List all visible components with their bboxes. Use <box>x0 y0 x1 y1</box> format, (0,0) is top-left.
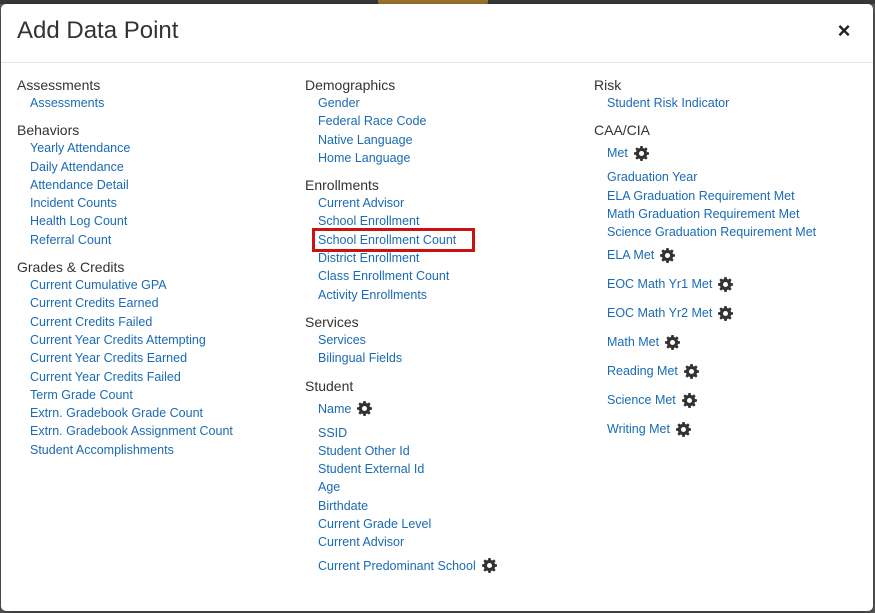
item-name-row: Name <box>305 395 575 424</box>
gear-icon[interactable] <box>665 334 681 350</box>
section-behaviors: Behaviors Yearly Attendance Daily Attend… <box>17 121 287 249</box>
gear-icon[interactable] <box>660 247 676 263</box>
item-reading-met[interactable]: Reading Met <box>607 364 678 378</box>
item-current-grade-level[interactable]: Current Grade Level <box>305 515 575 533</box>
item-science-graduation-requirement-met[interactable]: Science Graduation Requirement Met <box>594 223 864 241</box>
item-reading-met-row: Reading Met <box>594 357 864 386</box>
column-3: Risk Student Risk Indicator CAA/CIA Met … <box>594 76 864 453</box>
item-gender[interactable]: Gender <box>305 94 575 112</box>
item-yearly-attendance[interactable]: Yearly Attendance <box>17 139 287 157</box>
item-math-met-row: Math Met <box>594 328 864 357</box>
item-native-language[interactable]: Native Language <box>305 131 575 149</box>
item-student-other-id[interactable]: Student Other Id <box>305 442 575 460</box>
item-current-year-credits-attempting[interactable]: Current Year Credits Attempting <box>17 331 287 349</box>
section-enrollments: Enrollments Current Advisor School Enrol… <box>305 176 575 304</box>
item-home-language[interactable]: Home Language <box>305 149 575 167</box>
item-attendance-detail[interactable]: Attendance Detail <box>17 176 287 194</box>
item-eoc-math-yr2-met-row: EOC Math Yr2 Met <box>594 299 864 328</box>
item-class-enrollment-count[interactable]: Class Enrollment Count <box>305 267 575 285</box>
item-age[interactable]: Age <box>305 478 575 496</box>
item-birthdate[interactable]: Birthdate <box>305 497 575 515</box>
item-writing-met-row: Writing Met <box>594 415 864 444</box>
section-demographics: Demographics Gender Federal Race Code Na… <box>305 76 575 167</box>
item-current-cumulative-gpa[interactable]: Current Cumulative GPA <box>17 276 287 294</box>
item-extrn-gradebook-grade-count[interactable]: Extrn. Gradebook Grade Count <box>17 404 287 422</box>
item-math-graduation-requirement-met[interactable]: Math Graduation Requirement Met <box>594 205 864 223</box>
item-current-credits-failed[interactable]: Current Credits Failed <box>17 313 287 331</box>
section-title: Student <box>305 377 354 394</box>
item-current-year-credits-failed[interactable]: Current Year Credits Failed <box>17 368 287 386</box>
item-science-met[interactable]: Science Met <box>607 393 676 407</box>
item-met-row: Met <box>594 139 864 168</box>
section-title: CAA/CIA <box>594 122 651 139</box>
gear-icon[interactable] <box>481 557 497 573</box>
item-current-predominant-school[interactable]: Current Predominant School <box>318 559 476 573</box>
item-student-risk-indicator[interactable]: Student Risk Indicator <box>594 94 864 112</box>
modal-title: Add Data Point <box>17 17 179 44</box>
item-math-met[interactable]: Math Met <box>607 335 659 349</box>
gear-icon[interactable] <box>675 421 691 437</box>
item-federal-race-code[interactable]: Federal Race Code <box>305 112 575 130</box>
section-grades-credits: Grades & Credits Current Cumulative GPA … <box>17 258 287 459</box>
add-data-point-modal: Add Data Point × Assessments Assessments… <box>1 4 873 611</box>
section-risk: Risk Student Risk Indicator <box>594 76 864 112</box>
item-school-enrollment[interactable]: School Enrollment <box>305 212 575 230</box>
close-icon[interactable]: × <box>835 20 853 42</box>
item-science-met-row: Science Met <box>594 386 864 415</box>
gear-icon[interactable] <box>633 145 649 161</box>
gear-icon[interactable] <box>681 392 697 408</box>
section-title: Grades & Credits <box>17 259 125 276</box>
item-graduation-year[interactable]: Graduation Year <box>594 168 864 186</box>
item-current-credits-earned[interactable]: Current Credits Earned <box>17 294 287 312</box>
item-health-log-count[interactable]: Health Log Count <box>17 212 287 230</box>
modal-header: Add Data Point × <box>1 4 873 63</box>
gear-icon[interactable] <box>683 363 699 379</box>
item-current-predominant-school-row: Current Predominant School <box>305 552 575 581</box>
section-services: Services Services Bilingual Fields <box>305 313 575 368</box>
item-eoc-math-yr1-met[interactable]: EOC Math Yr1 Met <box>607 277 712 291</box>
gear-icon[interactable] <box>357 400 373 416</box>
item-ela-met-row: ELA Met <box>594 241 864 270</box>
item-referral-count[interactable]: Referral Count <box>17 231 287 249</box>
item-eoc-math-yr1-met-row: EOC Math Yr1 Met <box>594 270 864 299</box>
section-title: Enrollments <box>305 177 379 194</box>
item-student-accomplishments[interactable]: Student Accomplishments <box>17 441 287 459</box>
item-writing-met[interactable]: Writing Met <box>607 422 670 436</box>
item-daily-attendance[interactable]: Daily Attendance <box>17 158 287 176</box>
column-1: Assessments Assessments Behaviors Yearly… <box>17 76 287 468</box>
section-title: Services <box>305 313 359 330</box>
item-name[interactable]: Name <box>318 402 351 416</box>
section-caa-cia: CAA/CIA Met Graduation Year ELA Graduati… <box>594 121 864 444</box>
item-activity-enrollments[interactable]: Activity Enrollments <box>305 286 575 304</box>
item-ela-met[interactable]: ELA Met <box>607 248 654 262</box>
item-current-year-credits-earned[interactable]: Current Year Credits Earned <box>17 349 287 367</box>
gear-icon[interactable] <box>718 276 734 292</box>
item-school-enrollment-count[interactable]: School Enrollment Count <box>312 227 475 253</box>
section-title: Assessments <box>17 77 101 93</box>
section-title: Behaviors <box>17 122 80 139</box>
item-district-enrollment[interactable]: District Enrollment <box>305 249 575 267</box>
item-services[interactable]: Services <box>305 331 575 349</box>
item-current-advisor[interactable]: Current Advisor <box>305 194 575 212</box>
item-met[interactable]: Met <box>607 146 628 160</box>
item-student-external-id[interactable]: Student External Id <box>305 460 575 478</box>
item-current-advisor-student[interactable]: Current Advisor <box>305 533 575 551</box>
gear-icon[interactable] <box>718 305 734 321</box>
item-assessments[interactable]: Assessments <box>17 94 287 112</box>
item-incident-counts[interactable]: Incident Counts <box>17 194 287 212</box>
section-title: Risk <box>594 77 622 93</box>
section-assessments: Assessments Assessments <box>17 76 287 112</box>
item-ela-graduation-requirement-met[interactable]: ELA Graduation Requirement Met <box>594 187 864 205</box>
section-student: Student Name SSID Student Other Id Stude… <box>305 377 575 581</box>
item-bilingual-fields[interactable]: Bilingual Fields <box>305 349 575 367</box>
item-extrn-gradebook-assignment-count[interactable]: Extrn. Gradebook Assignment Count <box>17 422 287 440</box>
item-term-grade-count[interactable]: Term Grade Count <box>17 386 287 404</box>
item-ssid[interactable]: SSID <box>305 424 575 442</box>
column-2: Demographics Gender Federal Race Code Na… <box>305 76 575 590</box>
item-eoc-math-yr2-met[interactable]: EOC Math Yr2 Met <box>607 306 712 320</box>
section-title: Demographics <box>305 77 396 93</box>
highlight-row: School Enrollment Count <box>305 227 575 253</box>
